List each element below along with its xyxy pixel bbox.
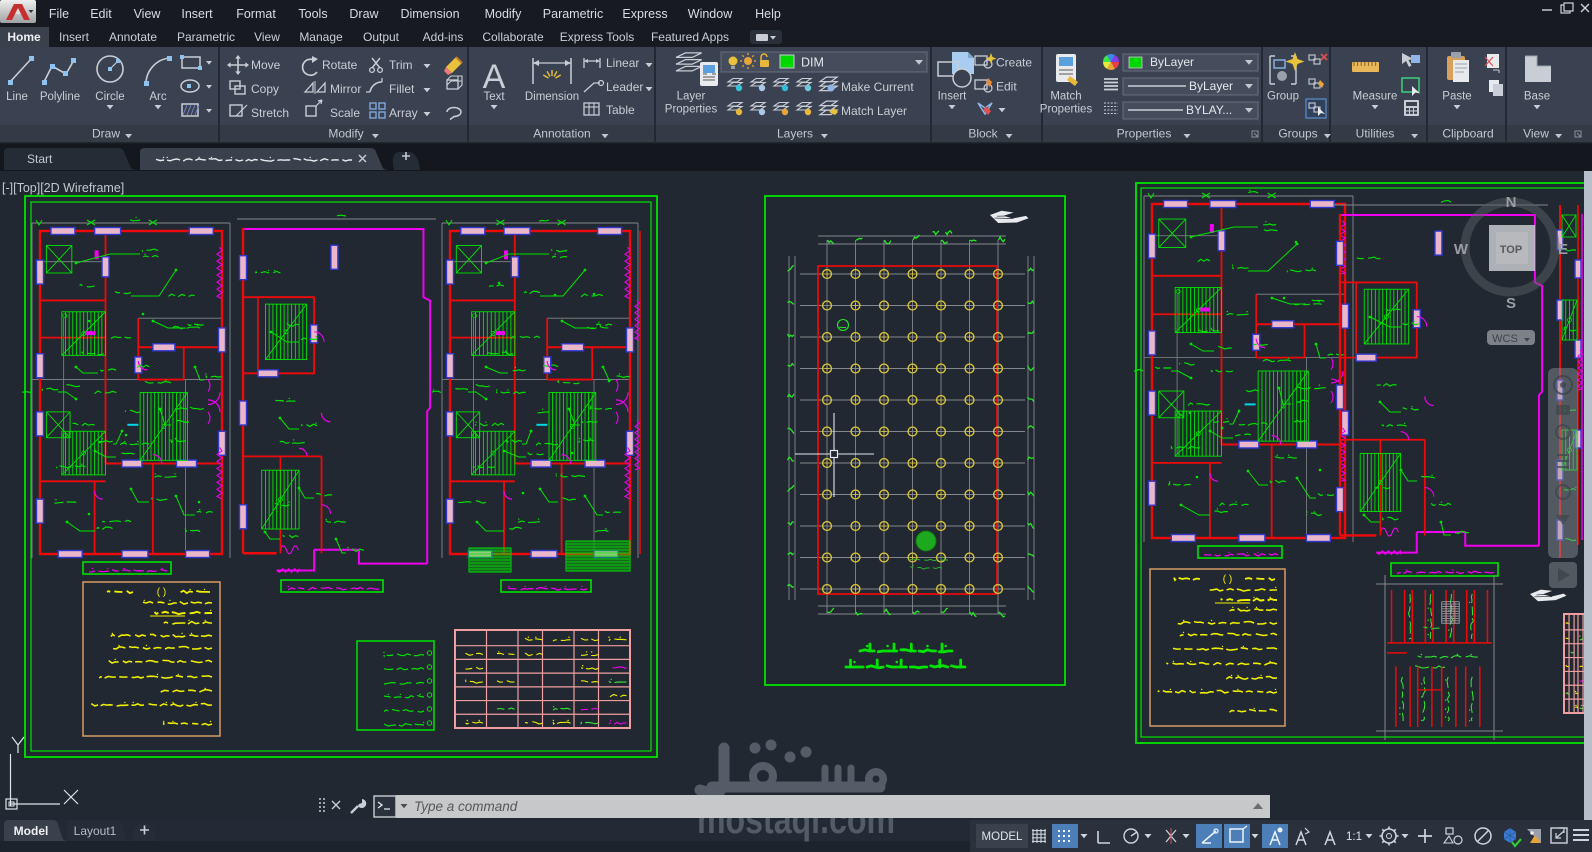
svg-text:Properties: Properties xyxy=(665,104,718,116)
svg-text:Modify: Modify xyxy=(485,7,523,21)
svg-text:Layers: Layers xyxy=(777,127,813,141)
svg-text:Draw: Draw xyxy=(349,7,379,21)
svg-text:Match Layer: Match Layer xyxy=(841,104,907,118)
svg-text:W: W xyxy=(1454,241,1469,258)
svg-text:Table: Table xyxy=(606,103,635,117)
svg-text:Help: Help xyxy=(755,7,781,21)
svg-text:Express Tools: Express Tools xyxy=(560,30,634,44)
svg-text:Layout1: Layout1 xyxy=(74,824,117,838)
svg-text:Line: Line xyxy=(6,91,28,103)
svg-text:Parametric: Parametric xyxy=(177,30,235,44)
svg-text:N: N xyxy=(1506,194,1517,211)
svg-text:S: S xyxy=(1506,295,1516,312)
svg-text:ByLayer: ByLayer xyxy=(1150,55,1194,69)
svg-text:Properties: Properties xyxy=(1117,127,1172,141)
svg-text:WCS: WCS xyxy=(1492,333,1518,345)
svg-text:Annotate: Annotate xyxy=(109,30,157,44)
svg-text:View: View xyxy=(1523,127,1549,141)
svg-text:Leader: Leader xyxy=(606,80,643,94)
svg-text:Add-ins: Add-ins xyxy=(423,30,464,44)
svg-text:View: View xyxy=(254,30,280,44)
svg-text:( ): ( ) xyxy=(1223,574,1232,585)
svg-text:Arc: Arc xyxy=(149,91,167,103)
svg-text:Base: Base xyxy=(1524,91,1550,103)
svg-text:Paste: Paste xyxy=(1442,91,1471,103)
svg-text:Stretch: Stretch xyxy=(251,106,289,120)
svg-text:Copy: Copy xyxy=(251,82,279,96)
svg-text:Text: Text xyxy=(483,91,505,103)
svg-text:Insert: Insert xyxy=(181,7,213,21)
svg-text:Scale: Scale xyxy=(330,106,360,120)
svg-text:TOP: TOP xyxy=(1500,244,1522,256)
svg-text:View: View xyxy=(134,7,162,21)
svg-text:Insert: Insert xyxy=(59,30,90,44)
svg-text:File: File xyxy=(49,7,69,21)
svg-text:Create: Create xyxy=(996,56,1032,70)
svg-text:Clipboard: Clipboard xyxy=(1442,127,1493,141)
svg-text:Group: Group xyxy=(1267,91,1299,103)
svg-text:DIM: DIM xyxy=(801,56,824,70)
svg-text:Dimension: Dimension xyxy=(525,91,579,103)
svg-text:Start: Start xyxy=(27,152,53,166)
svg-text:Groups: Groups xyxy=(1278,127,1317,141)
svg-text:Circle: Circle xyxy=(95,91,124,103)
svg-text:Utilities: Utilities xyxy=(1356,127,1395,141)
svg-text:Rotate: Rotate xyxy=(322,58,358,72)
svg-text:Measure: Measure xyxy=(1353,91,1398,103)
svg-text:( ): ( ) xyxy=(157,587,166,598)
svg-text:Layer: Layer xyxy=(677,91,706,103)
svg-text:Linear: Linear xyxy=(606,56,639,70)
svg-text:Manage: Manage xyxy=(299,30,343,44)
svg-text:Move: Move xyxy=(251,58,281,72)
svg-text:Modify: Modify xyxy=(328,127,363,141)
svg-text:Tools: Tools xyxy=(298,7,327,21)
svg-text:Draw: Draw xyxy=(92,127,120,141)
svg-text:Dimension: Dimension xyxy=(400,7,459,21)
svg-text:[-][Top][2D Wireframe]: [-][Top][2D Wireframe] xyxy=(2,181,124,195)
svg-text:Annotation: Annotation xyxy=(533,127,590,141)
svg-text:Collaborate: Collaborate xyxy=(482,30,544,44)
svg-text:ByLayer: ByLayer xyxy=(1189,79,1233,93)
svg-text:Model: Model xyxy=(14,824,49,838)
svg-text:Fillet: Fillet xyxy=(389,82,415,96)
svg-text:E: E xyxy=(1558,241,1568,258)
svg-text:Output: Output xyxy=(363,30,400,44)
svg-text:Type a command: Type a command xyxy=(414,799,518,814)
svg-text:Block: Block xyxy=(968,127,998,141)
svg-text:Trim: Trim xyxy=(389,58,413,72)
svg-text:Edit: Edit xyxy=(996,80,1017,94)
svg-text:Edit: Edit xyxy=(90,7,112,21)
svg-text:Express: Express xyxy=(622,7,667,21)
svg-text:Match: Match xyxy=(1050,91,1081,103)
svg-text:Window: Window xyxy=(688,7,733,21)
svg-text:Properties: Properties xyxy=(1040,104,1093,116)
svg-text:Make Current: Make Current xyxy=(841,80,914,94)
svg-text:Insert: Insert xyxy=(938,91,968,103)
svg-text:Home: Home xyxy=(7,30,41,44)
svg-text:MODEL: MODEL xyxy=(982,831,1024,843)
svg-text:Mirror: Mirror xyxy=(330,82,361,96)
svg-text:1:1: 1:1 xyxy=(1346,831,1362,843)
svg-text:Polyline: Polyline xyxy=(40,91,80,103)
svg-text:Array: Array xyxy=(389,106,418,120)
svg-text:Parametric: Parametric xyxy=(543,7,603,21)
svg-text:Format: Format xyxy=(236,7,276,21)
svg-text:Featured Apps: Featured Apps xyxy=(651,30,729,44)
svg-text:BYLAY...: BYLAY... xyxy=(1186,103,1232,117)
